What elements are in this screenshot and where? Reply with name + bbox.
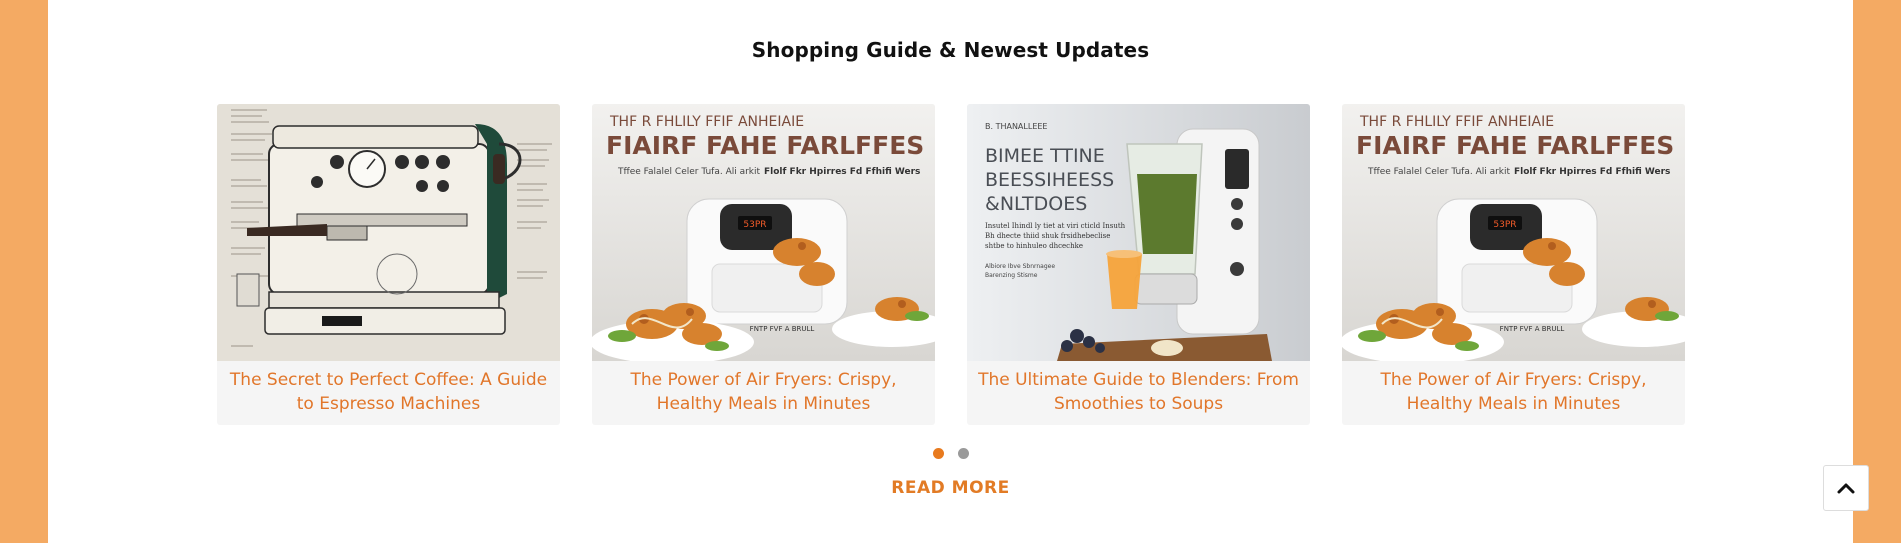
image-caption: THF R FHLILY FFIF ANHEIAIE <box>1359 114 1554 130</box>
scroll-to-top-button[interactable] <box>1823 465 1869 511</box>
articles-carousel[interactable]: The Secret to Perfect Coffee: A Guide to… <box>217 104 1686 425</box>
section-title: Shopping Guide & Newest Updates <box>751 38 1150 62</box>
image-subheadline-bold: Flolf Fkr Hpirres Fd Ffhifi Wers <box>1514 167 1670 177</box>
image-foot-line: Albiore Ibve Sbnrnagee <box>985 263 1055 270</box>
image-tag: B. THANALLEEE <box>985 122 1047 131</box>
image-badge: FNTP FVF A BRULL <box>1500 325 1565 333</box>
article-title[interactable]: The Power of Air Fryers: Crispy, Healthy… <box>1352 368 1675 416</box>
image-body-line: shtbe to hinhuleo dhcechke <box>985 242 1083 250</box>
fryer-display: 53PR <box>743 220 766 230</box>
article-card[interactable]: THF R FHLILY FFIF ANHEIAIE FIAIRF FAHE F… <box>592 104 935 425</box>
image-subheadline-bold: Flolf Fkr Hpirres Fd Ffhifi Wers <box>764 167 920 177</box>
image-headline-line: BEESSIHEESS <box>985 169 1114 191</box>
image-body-line: Insutel Ihindl ly tiet at viri cticld In… <box>985 222 1126 230</box>
carousel-dot[interactable] <box>957 448 969 459</box>
page: Shopping Guide & Newest Updates The Secr… <box>48 0 1853 543</box>
article-title[interactable]: The Secret to Perfect Coffee: A Guide to… <box>227 368 550 416</box>
carousel-dot-active[interactable] <box>932 448 944 459</box>
article-card[interactable]: THF R FHLILY FFIF ANHEIAIE FIAIRF FAHE F… <box>1342 104 1685 425</box>
article-title[interactable]: The Ultimate Guide to Blenders: From Smo… <box>977 368 1300 416</box>
image-headline-line: BIMEE TTINE <box>985 145 1105 167</box>
blender-image[interactable]: B. THANALLEEE BIMEE TTINE BEESSIHEESS &N… <box>967 104 1310 361</box>
image-body-line: Bh dhecte thiid shuk frsidhebeclise <box>985 232 1110 240</box>
read-more-link[interactable]: READ MORE <box>48 478 1853 498</box>
article-card[interactable]: B. THANALLEEE BIMEE TTINE BEESSIHEESS &N… <box>967 104 1310 425</box>
image-subheadline: Tffee Falalel Celer Tufa. Ali arkit <box>617 167 761 177</box>
image-badge: FNTP FVF A BRULL <box>750 325 815 333</box>
image-caption: THF R FHLILY FFIF ANHEIAIE <box>609 114 804 130</box>
espresso-machine-image[interactable] <box>217 104 560 361</box>
image-foot-line: Barenzing Stisme <box>985 272 1038 279</box>
article-title[interactable]: The Power of Air Fryers: Crispy, Healthy… <box>602 368 925 416</box>
air-fryer-image[interactable]: THF R FHLILY FFIF ANHEIAIE FIAIRF FAHE F… <box>592 104 935 361</box>
fryer-display: 53PR <box>1493 220 1516 230</box>
image-subheadline: Tffee Falalel Celer Tufa. Ali arkit <box>1367 167 1511 177</box>
air-fryer-image[interactable]: THF R FHLILY FFIF ANHEIAIE FIAIRF FAHE F… <box>1342 104 1685 361</box>
image-headline: FIAIRF FAHE FARLFFES <box>1356 131 1674 160</box>
chevron-up-icon <box>1837 483 1855 494</box>
image-headline-line: &NLTDOES <box>985 193 1087 215</box>
article-card[interactable]: The Secret to Perfect Coffee: A Guide to… <box>217 104 560 425</box>
carousel-pagination <box>48 448 1853 459</box>
image-headline: FIAIRF FAHE FARLFFES <box>606 131 924 160</box>
